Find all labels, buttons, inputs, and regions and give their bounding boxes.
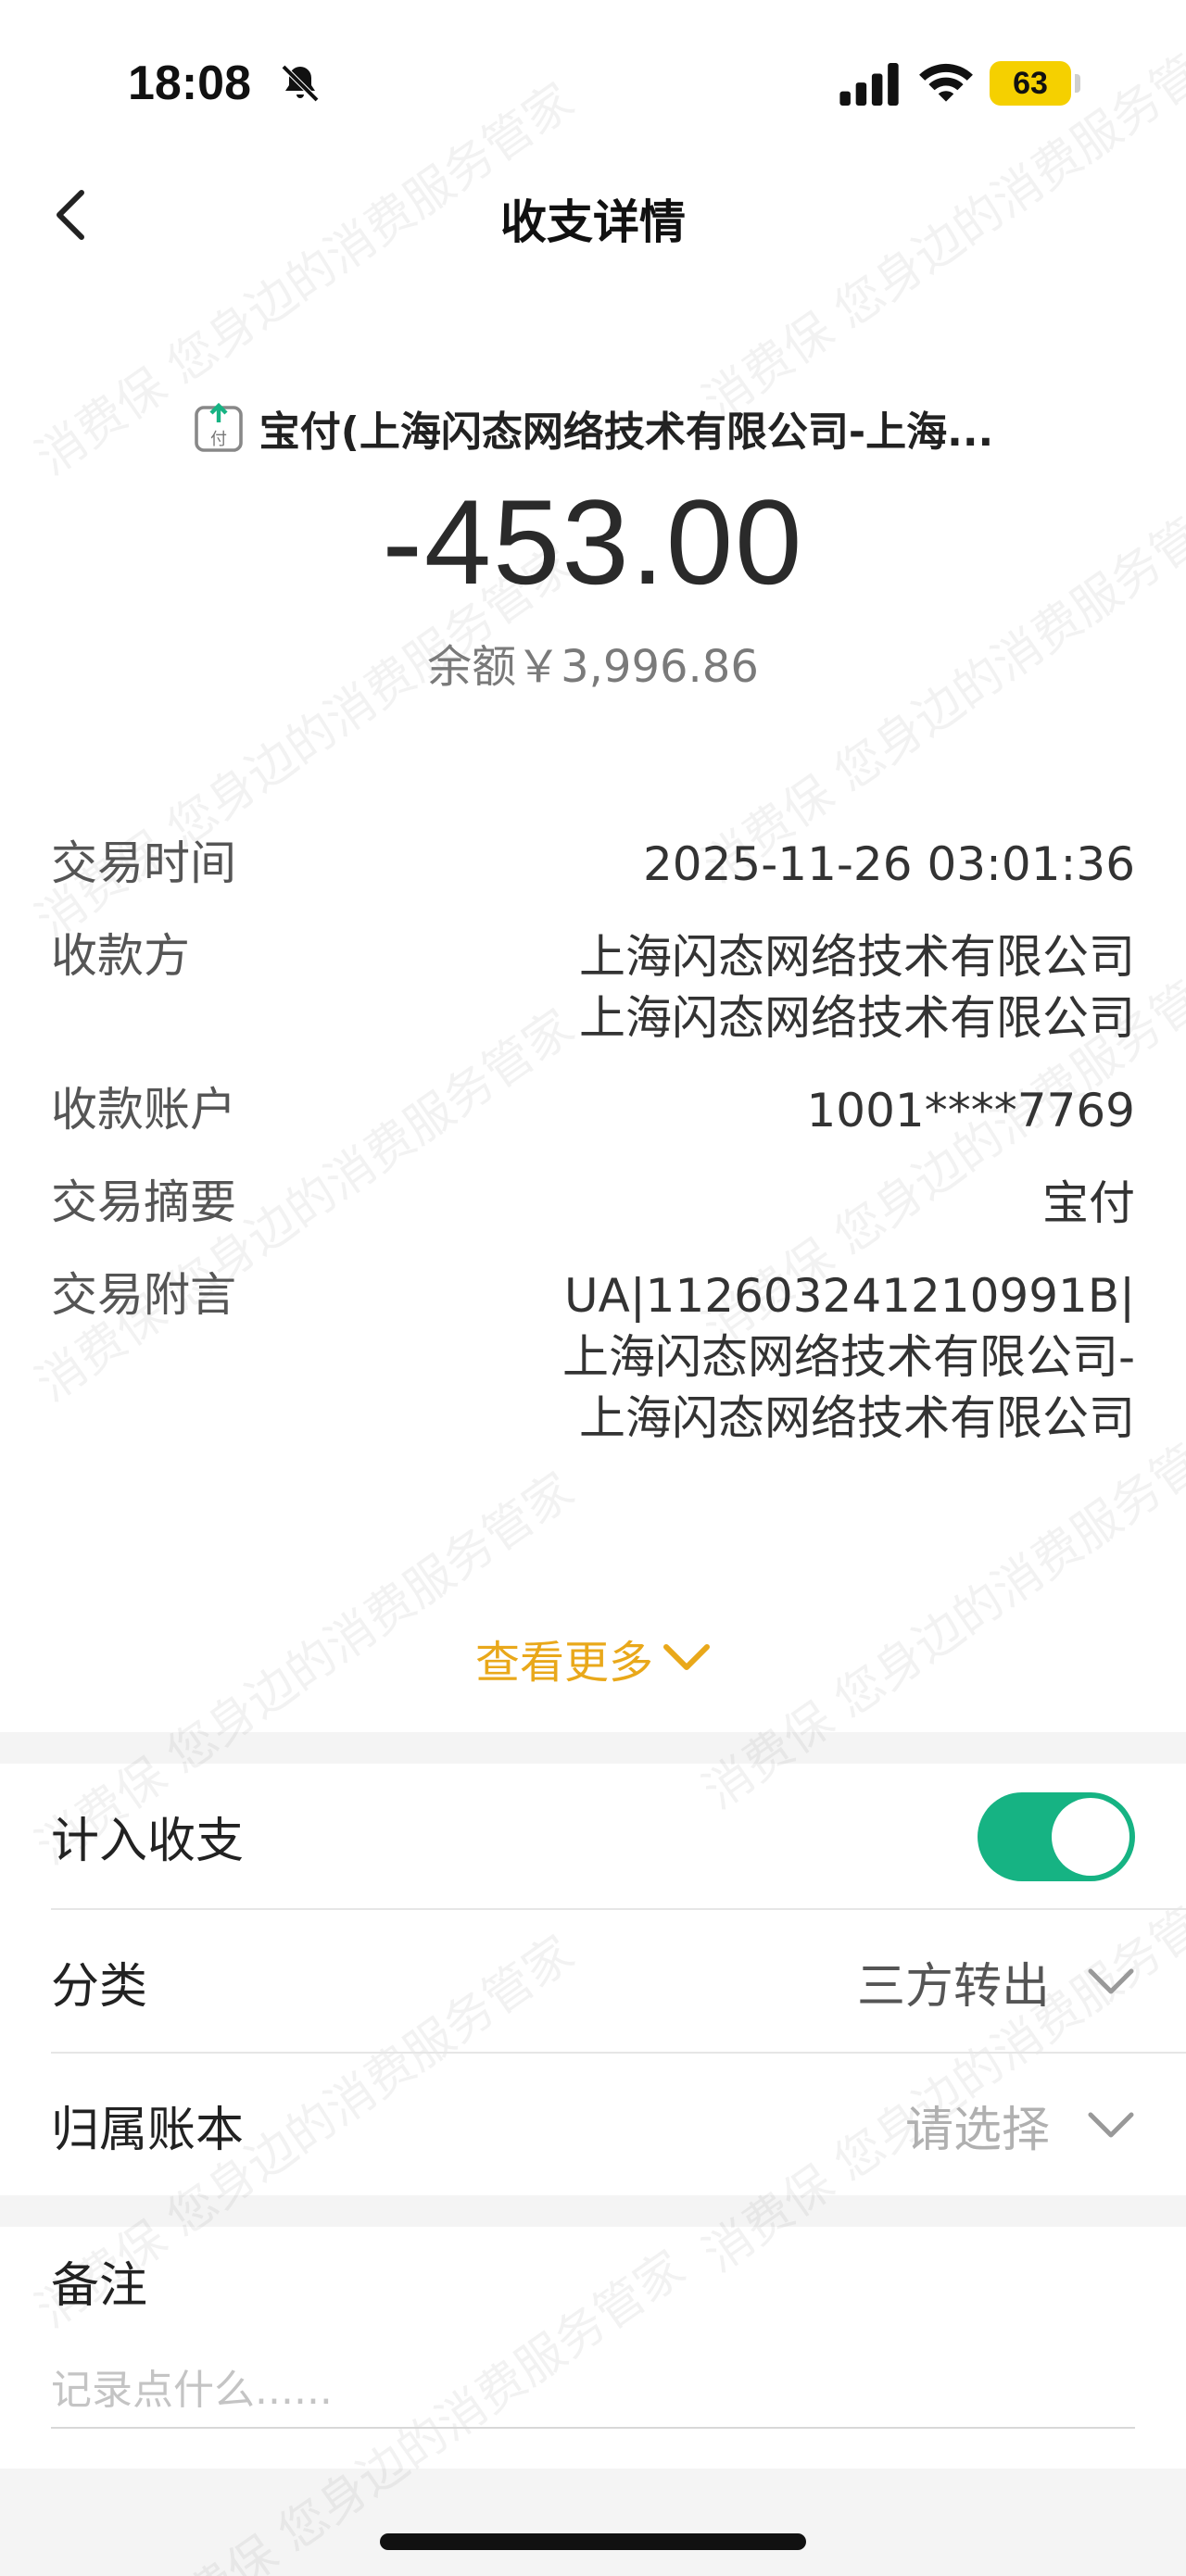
- chevron-down-icon: [1088, 2112, 1134, 2137]
- detail-label: 交易摘要: [51, 1175, 236, 1229]
- wifi-icon: [919, 63, 973, 102]
- signal-icon: [839, 63, 899, 106]
- ledger-row[interactable]: 归属账本 请选择: [51, 2054, 1135, 2197]
- ledger-label: 归属账本: [51, 2103, 245, 2158]
- transaction-amount: -453.00: [382, 474, 804, 609]
- battery-tip: [1075, 74, 1080, 93]
- svg-text:付: 付: [210, 430, 227, 449]
- detail-label: 交易附言: [51, 1268, 236, 1322]
- detail-value: 2025-11-26 03:01:36: [642, 837, 1135, 891]
- transaction-details: 交易时间 2025-11-26 03:01:36 收款方 上海闪态网络技术有限公…: [51, 834, 1135, 1480]
- note-label: 备注: [51, 2258, 148, 2314]
- section-divider: [0, 1732, 1186, 1764]
- page-title: 收支详情: [500, 195, 686, 249]
- detail-row-time: 交易时间 2025-11-26 03:01:36: [51, 834, 1135, 895]
- ledger-placeholder: 请选择: [904, 2103, 1050, 2158]
- include-in-budget-row: 计入收支: [51, 1765, 1135, 1908]
- detail-value: UA|112603241210991B|上海闪态网络技术有限公司-上海闪态网络技…: [561, 1269, 1135, 1445]
- chevron-down-icon: [1088, 1968, 1134, 1993]
- chevron-down-icon: [663, 1644, 710, 1670]
- status-time: 18:08: [128, 57, 251, 110]
- merchant-row: 付 宝付(上海闪态网络技术有限公司-上海...: [0, 398, 1186, 458]
- detail-value: 1001****7769: [806, 1084, 1136, 1137]
- note-input[interactable]: [51, 2353, 1135, 2429]
- merchant-name: 宝付(上海闪态网络技术有限公司-上海...: [259, 408, 994, 456]
- battery-level: 63: [1013, 65, 1048, 101]
- detail-row-summary: 交易摘要 宝付: [51, 1173, 1135, 1234]
- category-select[interactable]: 三方转出: [857, 1947, 1135, 2017]
- ledger-select[interactable]: 请选择: [905, 2091, 1135, 2160]
- bell-slash-icon: [281, 64, 320, 103]
- detail-label: 交易时间: [51, 836, 236, 890]
- detail-row-payee: 收款方 上海闪态网络技术有限公司上海闪态网络技术有限公司: [51, 926, 1135, 1049]
- detail-row-remark: 交易附言 UA|112603241210991B|上海闪态网络技术有限公司-上海…: [51, 1265, 1135, 1449]
- view-more-button[interactable]: 查看更多: [0, 1626, 1186, 1690]
- detail-label: 收款账户: [51, 1083, 236, 1137]
- home-indicator[interactable]: [380, 2533, 806, 2550]
- include-label: 计入收支: [51, 1814, 245, 1869]
- detail-value: 宝付: [1042, 1176, 1135, 1230]
- nav-bar: 收支详情: [0, 167, 1186, 269]
- detail-label: 收款方: [51, 929, 190, 983]
- detail-value: 上海闪态网络技术有限公司上海闪态网络技术有限公司: [579, 930, 1135, 1045]
- section-divider: [0, 2195, 1186, 2227]
- status-bar: 18:08 63: [0, 0, 1186, 167]
- category-row[interactable]: 分类 三方转出: [51, 1910, 1135, 2054]
- category-value: 三方转出: [856, 1959, 1050, 2015]
- detail-row-account: 收款账户 1001****7769: [51, 1080, 1135, 1141]
- include-toggle[interactable]: [978, 1791, 1135, 1881]
- view-more-label: 查看更多: [474, 1637, 653, 1689]
- category-label: 分类: [51, 1959, 148, 2015]
- section-divider: [0, 2469, 1186, 2576]
- toggle-knob: [1052, 1797, 1129, 1876]
- pay-out-icon: 付: [194, 402, 243, 452]
- battery-icon: 63: [990, 61, 1071, 106]
- balance-text: 余额￥3,996.86: [427, 641, 759, 693]
